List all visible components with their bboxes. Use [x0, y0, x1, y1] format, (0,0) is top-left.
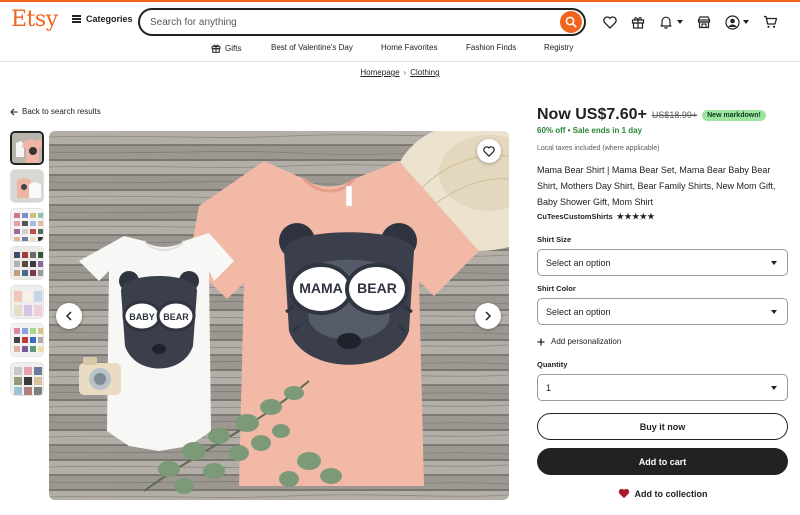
nav-item-fashion-finds[interactable]: Fashion Finds [466, 43, 516, 52]
shirt-size-label: Shirt Size [537, 235, 572, 244]
shirt-size-value: Select an option [546, 258, 611, 268]
plus-icon [537, 338, 545, 345]
chevron-down-icon [771, 261, 777, 265]
baby-bear-text: BEAR [163, 312, 189, 322]
baby-text: BABY [129, 312, 155, 322]
markdown-badge: New markdown! [702, 109, 766, 121]
thumbnail[interactable] [10, 169, 44, 203]
original-price: US$18.99+ [651, 110, 698, 120]
add-personalization-label: Add personalization [551, 337, 622, 346]
thumbnail[interactable] [10, 362, 44, 396]
chevron-down-icon [771, 310, 777, 314]
bear-text: BEAR [357, 280, 397, 296]
shop-name-link[interactable]: CuTeesCustomShirts [537, 212, 613, 221]
account-button[interactable] [724, 14, 740, 30]
breadcrumb-homepage[interactable]: Homepage [360, 68, 399, 77]
listing-title: Mama Bear Shirt | Mama Bear Set, Mama Be… [537, 165, 776, 207]
bell-icon [660, 16, 672, 29]
add-to-cart-button[interactable]: Add to cart [537, 448, 788, 475]
chevron-down-icon[interactable] [677, 20, 683, 24]
nav-item-registry[interactable]: Registry [544, 43, 573, 52]
back-to-search-link[interactable]: Back to search results [10, 107, 101, 116]
favorites-button[interactable] [602, 14, 618, 30]
shop-info: CuTeesCustomShirts ★★★★★ [537, 212, 655, 221]
heart-icon [603, 15, 617, 29]
sale-ends-label: Sale ends in 1 day [572, 126, 643, 135]
quantity-label: Quantity [537, 360, 568, 369]
shop-icon [697, 16, 711, 29]
chevron-left-icon [65, 311, 72, 321]
nav-item-gifts[interactable]: Gifts [211, 43, 241, 53]
site-header: Etsy Categories [0, 2, 800, 38]
thumbnail[interactable] [10, 208, 44, 242]
shirt-size-select[interactable]: Select an option [537, 249, 788, 276]
mama-text: MAMA [299, 280, 343, 296]
gifts-button[interactable] [630, 14, 646, 30]
breadcrumb: Homepage › Clothing [0, 68, 800, 77]
tax-note: Local taxes included (where applicable) [537, 145, 660, 152]
rating-stars: ★★★★★ [616, 212, 656, 221]
notifications-button[interactable] [658, 14, 674, 30]
chevron-down-icon[interactable] [743, 20, 749, 24]
cart-icon [763, 15, 777, 28]
current-price: Now US$7.60+ [537, 106, 647, 123]
category-nav: Gifts Best of Valentine's Day Home Favor… [0, 40, 800, 58]
shop-manager-button[interactable] [696, 14, 712, 30]
add-personalization-button[interactable]: Add personalization [537, 337, 621, 346]
add-to-collection-label: Add to collection [634, 488, 708, 499]
next-image-button[interactable] [475, 303, 501, 329]
arrow-left-icon [10, 108, 18, 115]
breadcrumb-clothing[interactable]: Clothing [410, 68, 439, 77]
gift-icon [211, 44, 221, 53]
buy-it-now-button[interactable]: Buy it now [537, 413, 788, 440]
back-link-label: Back to search results [22, 107, 101, 116]
thumbnail[interactable] [10, 246, 44, 280]
previous-image-button[interactable] [56, 303, 82, 329]
header-divider [0, 61, 800, 62]
nav-item-home-favorites[interactable]: Home Favorites [381, 43, 437, 52]
price-line: Now US$7.60+ US$18.99+ New markdown! [537, 106, 766, 124]
thumbnail[interactable] [10, 131, 44, 165]
main-product-image: MAMA BEAR BABY BEAR [49, 131, 509, 500]
add-to-collection-button[interactable]: Add to collection [537, 488, 788, 499]
chevron-down-icon [771, 386, 777, 390]
quantity-value: 1 [546, 383, 552, 393]
shirt-color-value: Select an option [546, 307, 611, 317]
shirt-color-label: Shirt Color [537, 284, 576, 293]
heart-icon [618, 488, 629, 499]
shirt-color-select[interactable]: Select an option [537, 298, 788, 325]
thumbnail[interactable] [10, 323, 44, 357]
nav-item-valentines[interactable]: Best of Valentine's Day [271, 43, 353, 52]
quantity-select[interactable]: 1 [537, 374, 788, 401]
account-icon [724, 14, 740, 30]
cart-button[interactable] [762, 14, 778, 30]
sale-info: 60% off • Sale ends in 1 day [537, 126, 643, 135]
heart-icon [483, 145, 495, 157]
gift-icon [631, 17, 645, 29]
chevron-right-icon [485, 311, 492, 321]
discount-label: 60% off [537, 126, 566, 135]
chevron-right-icon: › [403, 68, 407, 77]
thumbnail[interactable] [10, 285, 44, 319]
favorite-button[interactable] [477, 139, 501, 163]
nav-item-label: Gifts [225, 43, 242, 53]
